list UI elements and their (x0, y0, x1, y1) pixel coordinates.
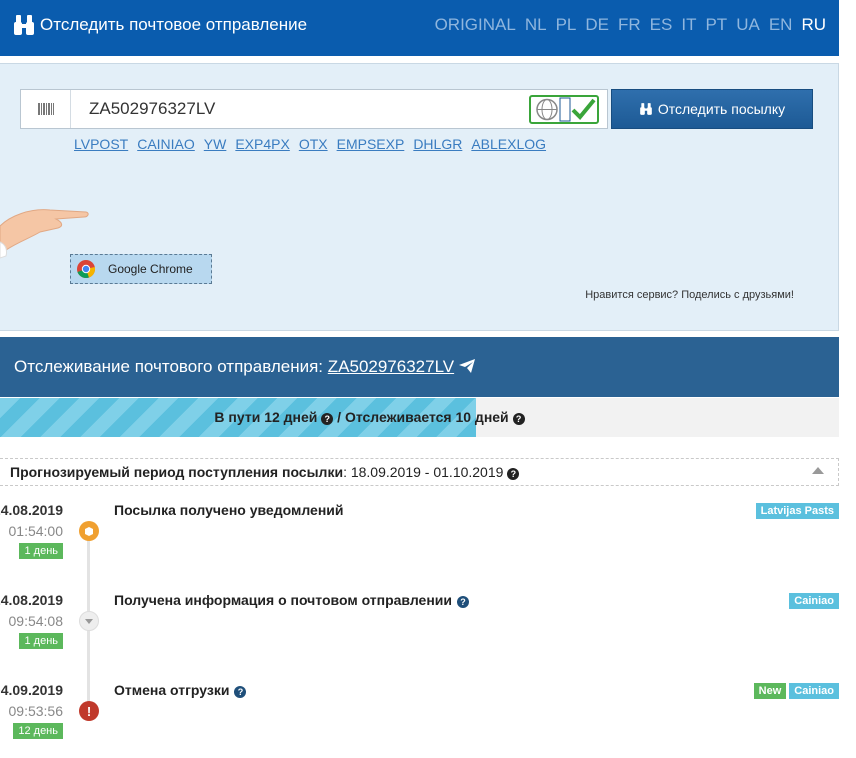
event-title: Получена информация о почтовом отправлен… (114, 592, 470, 608)
tracking-header: Отслеживание почтового отправления: ZA50… (0, 337, 839, 397)
service-badge: Latvijas Pasts (755, 503, 839, 519)
carrier-link-yw[interactable]: YW (204, 136, 227, 152)
brand[interactable]: Отследить почтовое отправление (12, 13, 307, 37)
event-badges: New Cainiao (753, 683, 839, 699)
event-title: Посылка получено уведомлений (114, 502, 343, 518)
top-header: Отследить почтовое отправление ORIGINAL N… (0, 0, 839, 56)
carrier-link-empsexp[interactable]: EMPSEXP (337, 136, 405, 152)
tracking-number-input[interactable] (89, 99, 509, 119)
chrome-button-label: Google Chrome (108, 262, 193, 276)
google-chrome-button[interactable]: Google Chrome (70, 254, 212, 284)
barcode-icon[interactable] (21, 90, 71, 128)
carrier-link-cainiao[interactable]: CAINIAO (137, 136, 195, 152)
language-nl[interactable]: NL (525, 15, 547, 35)
language-it[interactable]: IT (681, 15, 696, 35)
language-ua[interactable]: UA (736, 15, 760, 35)
tracking-event: 24.08.2019 01:54:00 1 день Посылка получено… (0, 502, 839, 582)
event-time: 09:54:08 (8, 613, 64, 629)
event-date: 04.09.2019 (0, 682, 63, 698)
service-badge: Cainiao (789, 683, 839, 699)
language-fr[interactable]: FR (618, 15, 641, 35)
event-time: 01:54:00 (8, 523, 64, 539)
carrier-link-exp4px[interactable]: EXP4PX (235, 136, 289, 152)
event-title-text: Отмена отгрузки (114, 682, 230, 698)
event-days-badge: 1 день (19, 543, 63, 559)
event-time: 09:53:56 (8, 703, 64, 719)
event-badges: Cainiao (789, 593, 839, 609)
tracking-event: 24.08.2019 09:54:08 1 день Получена информа… (0, 592, 839, 672)
help-icon[interactable]: ? (234, 686, 247, 698)
language-pt[interactable]: PT (705, 15, 727, 35)
tracking-number-link[interactable]: ZA502976327LV (328, 357, 454, 376)
carrier-link-lvpost[interactable]: LVPOST (74, 136, 128, 152)
track-parcel-label: Отследить посылку (657, 101, 786, 117)
event-badges: Latvijas Pasts (755, 503, 839, 519)
tracked-days-text: Отслеживается 10 дней (344, 409, 509, 425)
estimate-label: Прогнозируемый период поступления посылк… (10, 464, 344, 480)
event-title-text: Посылка получено уведомлений (114, 502, 344, 518)
event-date: 24.08.2019 (0, 502, 63, 518)
search-box (20, 89, 608, 129)
help-icon[interactable]: ? (457, 596, 470, 608)
carrier-links: LVPOST CAINIAO YW EXP4PX OTX EMPSEXP DHLGR ABLE… (74, 136, 546, 152)
site-title: Отследить почтовое отправление (40, 15, 308, 34)
tracking-title: Отслеживание почтового отправления: (14, 357, 324, 376)
event-days-badge: 1 день (19, 633, 63, 649)
help-icon[interactable]: ? (507, 468, 520, 480)
carrier-link-dhlgr[interactable]: DHLGR (413, 136, 462, 152)
transit-progress-bar: В пути 12 дней ? / Отслеживается 10 дней… (0, 398, 839, 437)
estimate-value: : 18.09.2019 - 01.10.2019 (343, 464, 504, 480)
language-switcher: ORIGINAL NL PL DE FR ES IT PT UA EN RU (435, 15, 826, 35)
carrier-link-otx[interactable]: OTX (299, 136, 328, 152)
binoculars-icon (640, 103, 652, 115)
binoculars-icon (14, 15, 34, 35)
help-icon[interactable]: ? (321, 413, 334, 425)
search-panel: Отследить посылку LVPOST CAINIAO YW EXP4PX O… (0, 63, 839, 331)
event-title-text: Получена информация о почтовом отправлен… (114, 592, 453, 608)
estimated-delivery: Прогнозируемый период поступления посылк… (0, 458, 839, 486)
tracking-event: 04.09.2019 09:53:56 12 день Отмена отгрузки… (0, 682, 839, 758)
upu-verified-badge (529, 95, 599, 124)
chrome-icon (77, 260, 96, 279)
event-title: Отмена отгрузки? (114, 682, 247, 698)
event-date: 24.08.2019 (0, 592, 63, 608)
chevron-down-icon (79, 611, 99, 631)
language-es[interactable]: ES (650, 15, 673, 35)
carrier-link-ablexlog[interactable]: ABLEXLOG (471, 136, 546, 152)
alert-icon: ! (79, 701, 99, 721)
progress-separator: / (337, 409, 342, 425)
language-original[interactable]: ORIGINAL (435, 15, 516, 35)
help-icon[interactable]: ? (512, 413, 525, 425)
language-en[interactable]: EN (769, 15, 793, 35)
box-icon (79, 521, 99, 541)
track-parcel-button[interactable]: Отследить посылку (611, 89, 813, 129)
collapse-arrow-icon[interactable] (812, 467, 824, 474)
telegram-icon[interactable] (458, 359, 475, 373)
service-badge: Cainiao (789, 593, 839, 609)
language-de[interactable]: DE (585, 15, 609, 35)
event-days-badge: 12 день (13, 723, 63, 739)
transit-progress-text: В пути 12 дней ? / Отслеживается 10 дней… (0, 409, 839, 425)
language-ru[interactable]: RU (801, 15, 826, 35)
share-prompt: Нравится сервис? Поделись с друзьями! (585, 289, 794, 301)
new-badge: New (753, 683, 787, 699)
in-transit-text: В пути 12 дней (214, 409, 318, 425)
language-pl[interactable]: PL (556, 15, 577, 35)
